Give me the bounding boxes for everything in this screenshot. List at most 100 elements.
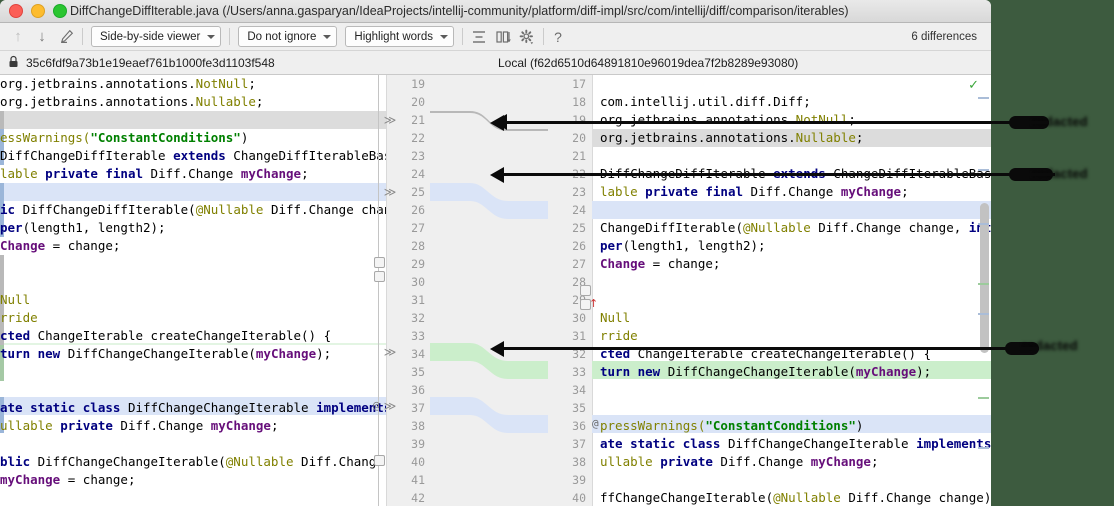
line-number: 21 [411, 113, 425, 127]
code-token: Diff.Change [112, 418, 211, 433]
diff-toolbar: ↑ ↓ Side-by-side viewer Do not ignore Hi… [0, 23, 991, 51]
annotation-at-icon[interactable]: @ [592, 415, 606, 433]
line-number: 24 [411, 167, 425, 181]
code-token: DiffChangeDiffIterable [0, 148, 174, 163]
line-number: 39 [411, 437, 425, 451]
code-token: lable [600, 184, 638, 199]
diff-editor: org.jetbrains.annotations.NotNull; org.je… [0, 75, 991, 506]
diff-connector-shapes [430, 111, 548, 433]
code-line: Change = change; [0, 237, 120, 255]
code-token: Null [0, 292, 31, 307]
code-token: DiffChangeChangeIterable [120, 400, 317, 415]
code-token: ate static class [600, 436, 721, 451]
code-line: rride [0, 309, 38, 327]
apply-diff-chevron-icon[interactable]: ≫ [383, 397, 397, 415]
highlight-policy-dropdown[interactable]: Highlight words [345, 26, 455, 47]
line-number: 27 [411, 221, 425, 235]
fold-marker-icon[interactable] [580, 299, 591, 310]
line-number: 25 [411, 185, 425, 199]
fold-marker-icon[interactable] [374, 271, 385, 282]
code-line: turn new DiffChangeChangeIterable(myChan… [0, 345, 331, 363]
line-number: 26 [411, 203, 425, 217]
code-token: Change [0, 238, 46, 253]
code-line: Null [0, 291, 30, 309]
code-line: essWarnings("ConstantConditions") [0, 129, 248, 147]
code-line: ChangeDiffIterable(@Nullable Diff.Change… [600, 219, 991, 237]
lock-icon [8, 55, 19, 71]
code-line: lable private final Diff.Change myChange… [0, 165, 309, 183]
green-checkmark-icon: ✓ [968, 77, 979, 92]
screen: DiffChangeDiffIterable.java (/Users/anna… [0, 0, 1114, 506]
code-token: ; [301, 166, 309, 181]
annotation-arrowhead-shape-3 [490, 341, 504, 357]
code-token: = change; [60, 472, 136, 487]
viewer-mode-dropdown[interactable]: Side-by-side viewer [91, 26, 222, 47]
code-token: myChange [0, 472, 61, 487]
code-token: Diff.Change [743, 184, 841, 199]
vertical-scrollbar-thumb[interactable] [980, 203, 989, 353]
code-token: @Nullable [195, 202, 264, 217]
apply-diff-chevron-icon[interactable]: ≫ [383, 183, 397, 201]
window-title: DiffChangeDiffIterable.java (/Users/anna… [70, 4, 849, 18]
annotation-at-icon[interactable]: @ [369, 397, 383, 415]
apply-diff-chevron-icon[interactable]: ≫ [383, 111, 397, 129]
code-token: NotNull [195, 76, 249, 91]
code-token: DiffChangeChangeIterable( [30, 454, 226, 469]
code-token: ) [855, 418, 864, 433]
code-token: Diff.Change change) { [840, 490, 991, 505]
code-token: = change; [45, 238, 121, 253]
line-number: 31 [411, 293, 425, 307]
right-editor-pane[interactable]: 1718192021222324252627282930313233343536… [548, 75, 991, 506]
code-token: Null [600, 310, 631, 325]
fold-marker-icon[interactable] [580, 285, 591, 296]
code-token: DiffChangeChangeIterable [720, 436, 917, 451]
code-token: ; [855, 130, 864, 145]
code-token: com.intellij.util.diff.Diff; [600, 94, 811, 109]
code-token: lable [0, 166, 38, 181]
code-token: = change; [645, 256, 721, 271]
scroll-marker [978, 97, 989, 99]
code-line: lable private final Diff.Change myChange… [600, 183, 909, 201]
code-token: NotNull [795, 112, 849, 127]
viewer-mode-label: Side-by-side viewer [100, 30, 201, 43]
code-token: DiffChangeChangeIterable( [660, 364, 856, 379]
diff-window: DiffChangeDiffIterable.java (/Users/anna… [0, 0, 991, 506]
fold-marker-icon[interactable] [374, 257, 385, 268]
code-token: org.jetbrains.annotations. [600, 112, 796, 127]
code-token: Nullable [795, 130, 856, 145]
code-token: Diff.Change [143, 166, 241, 181]
code-token: per [600, 238, 623, 253]
question-mark-icon[interactable]: ? [548, 29, 568, 45]
code-token: myChange [255, 346, 317, 361]
right-revision-label: Local (f62d6510d64891810e96019dea7f2b828… [498, 55, 799, 70]
sync-scroll-icon[interactable] [491, 26, 515, 48]
code-token: private final [45, 166, 144, 181]
code-line: DiffChangeDiffIterable extends ChangeDif… [0, 147, 414, 165]
code-token: @Nullable [225, 454, 294, 469]
line-number: 40 [411, 455, 425, 469]
ignore-policy-dropdown[interactable]: Do not ignore [238, 26, 338, 47]
line-number: 22 [411, 131, 425, 145]
gear-icon[interactable] [515, 26, 539, 48]
code-line: org.jetbrains.annotations.Nullable; [0, 93, 263, 111]
scroll-marker [978, 397, 989, 399]
annotation-arrowhead-shape-1 [490, 115, 504, 131]
apply-diff-chevron-icon[interactable]: ≫ [383, 343, 397, 361]
code-line: ate static class DiffChangeChangeIterabl… [0, 399, 430, 417]
fold-marker-icon[interactable] [374, 455, 385, 466]
code-line: com.intellij.util.diff.Diff; [600, 93, 811, 111]
pencil-icon[interactable] [54, 26, 78, 48]
line-number: 41 [411, 473, 425, 487]
code-line: per(length1, length2); [600, 237, 766, 255]
code-token: ChangeIterable createChangeIterable() { [30, 328, 332, 343]
collapse-unchanged-icon[interactable] [467, 26, 491, 48]
scroll-marker [978, 313, 989, 315]
left-editor-pane[interactable]: org.jetbrains.annotations.NotNull; org.je… [0, 75, 430, 506]
code-line: ic DiffChangeDiffIterable(@Nullable Diff… [0, 201, 430, 219]
arrow-down-icon[interactable]: ↓ [30, 26, 54, 48]
arrow-up-icon[interactable]: ↑ [6, 26, 30, 48]
code-line: ffChangeChangeIterable(@Nullable Diff.Ch… [600, 489, 991, 506]
left-revision-label: 35c6fdf9a73b1e19eaef761b1000fe3d1103f548 [26, 55, 275, 70]
annotation-label-3: redacted [1022, 338, 1078, 353]
code-token: rride [0, 310, 38, 325]
